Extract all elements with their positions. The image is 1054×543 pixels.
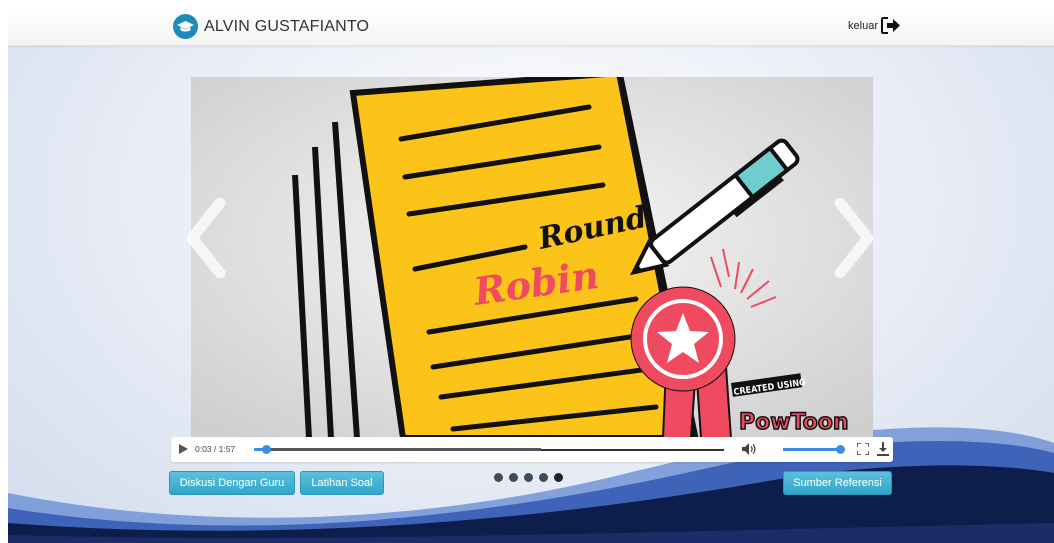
carousel-dot[interactable] <box>494 473 503 482</box>
video-frame[interactable]: Round Robin CREATED USING PowToon <box>191 77 873 438</box>
volume-slider[interactable] <box>783 445 845 454</box>
previous-slide-button[interactable] <box>180 197 230 279</box>
volume-level <box>783 448 840 451</box>
round-robin-illustration: Round Robin CREATED USING PowToon <box>191 77 873 438</box>
seek-handle[interactable] <box>262 445 272 454</box>
next-slide-button[interactable] <box>830 197 880 279</box>
chevron-left-icon <box>186 197 226 279</box>
carousel-dot[interactable] <box>509 473 518 482</box>
graduation-cap-icon <box>173 14 198 39</box>
volume-icon[interactable] <box>742 443 756 455</box>
badge-powtoon: PowToon <box>739 410 849 435</box>
carousel-dot[interactable] <box>539 473 548 482</box>
logout-label: keluar <box>848 19 878 32</box>
latihan-soal-button[interactable]: Latihan Soal <box>300 471 384 495</box>
seek-bar[interactable] <box>254 445 724 454</box>
page-frame: ALVIN GUSTAFIANTO keluar Round Robin CRE… <box>8 8 1054 543</box>
chevron-right-icon <box>834 197 874 279</box>
carousel-dot[interactable] <box>554 473 563 482</box>
diskusi-dengan-guru-button[interactable]: Diskusi Dengan Guru <box>169 471 295 495</box>
brand: ALVIN GUSTAFIANTO <box>173 14 369 39</box>
download-icon[interactable] <box>877 442 889 456</box>
carousel-indicators <box>494 473 563 482</box>
carousel-dot[interactable] <box>524 473 533 482</box>
fullscreen-icon[interactable] <box>857 443 869 455</box>
volume-handle[interactable] <box>836 445 845 454</box>
sign-out-icon <box>881 17 900 34</box>
video-controls: 0:03 / 1:57 <box>171 437 893 462</box>
user-name: ALVIN GUSTAFIANTO <box>204 17 370 35</box>
sumber-referensi-button[interactable]: Sumber Referensi <box>783 471 892 495</box>
time-display: 0:03 / 1:57 <box>195 444 236 454</box>
seek-buffered <box>254 448 541 451</box>
top-bar: ALVIN GUSTAFIANTO keluar <box>8 8 1054 46</box>
play-icon[interactable] <box>179 444 188 454</box>
logout-link[interactable]: keluar <box>848 17 901 34</box>
